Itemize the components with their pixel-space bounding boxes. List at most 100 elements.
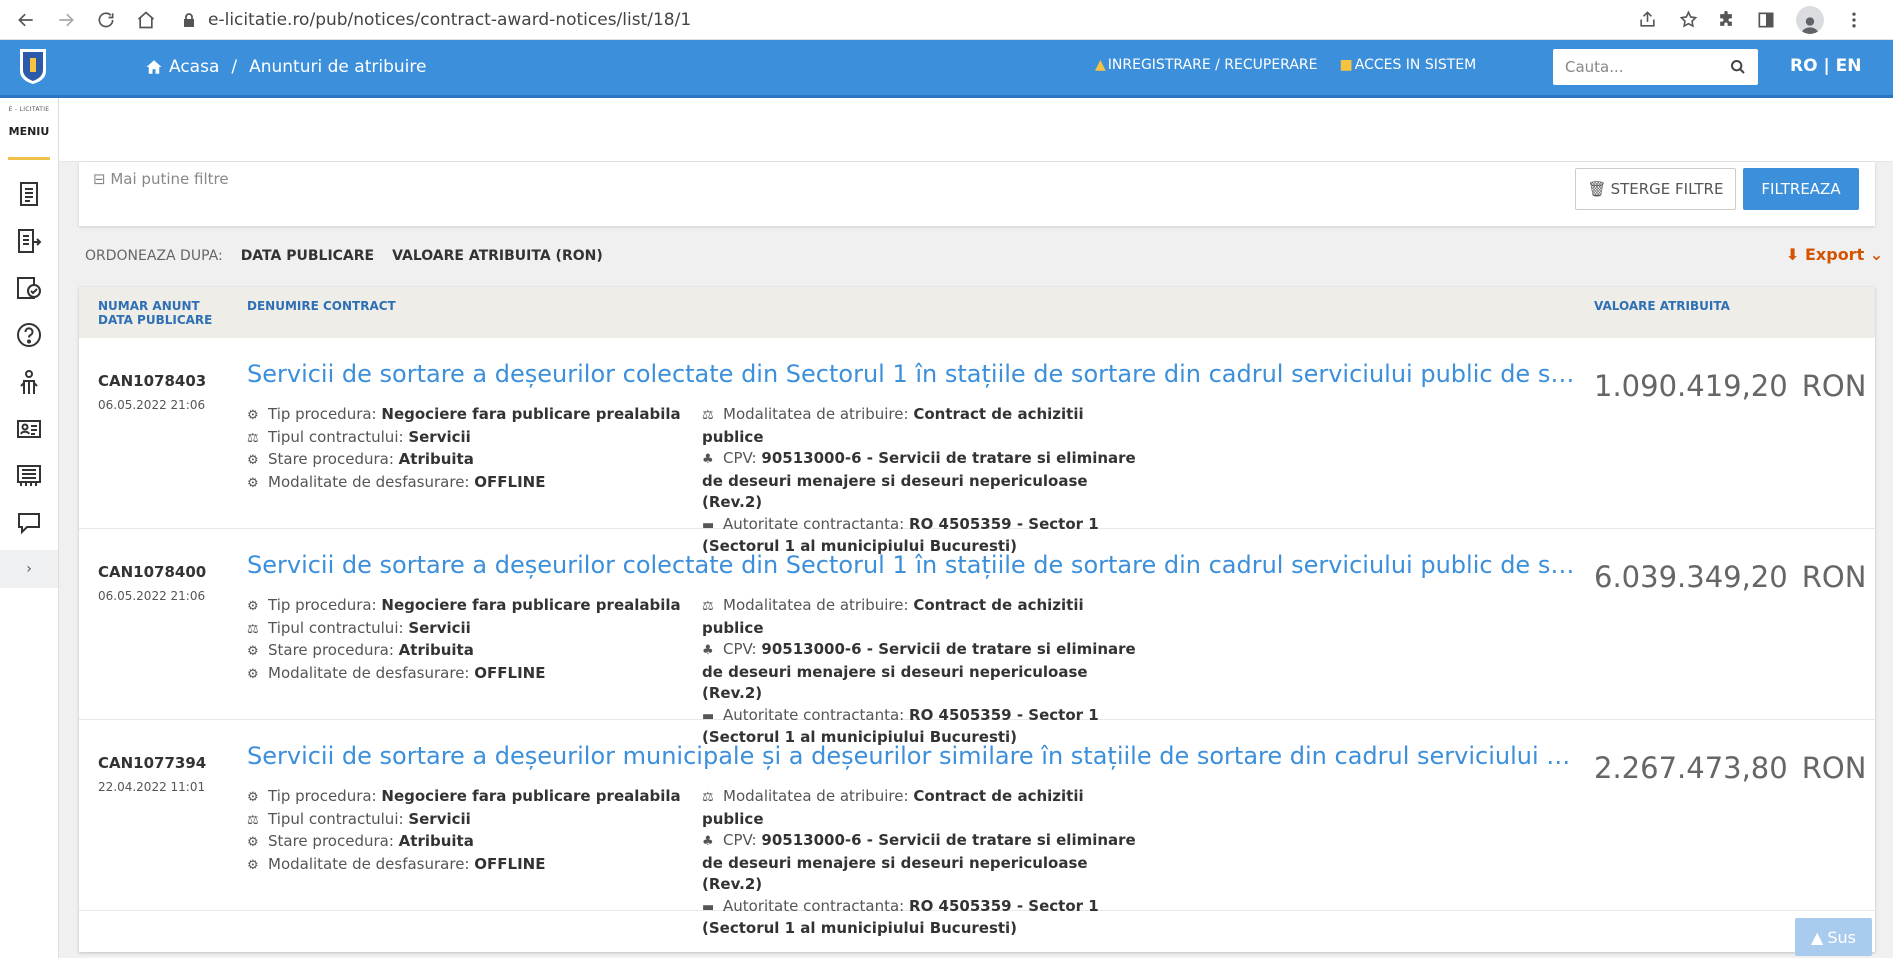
back-icon[interactable] (6, 0, 46, 40)
breadcrumb-home[interactable]: Acasa (169, 57, 219, 77)
sidebar-item-verified[interactable] (0, 264, 58, 311)
field-label: Modalitate de desfasurare: (268, 854, 470, 873)
home-icon[interactable] (145, 58, 163, 76)
cpv-code: 90513000-6 - Servicii de tratare si elim… (702, 831, 1136, 893)
login-link[interactable]: ■ ACCES IN SISTEM (1340, 57, 1477, 73)
sidebar-item-help[interactable] (0, 311, 58, 358)
field-label: Modalitatea de atribuire: (723, 596, 909, 614)
collapse-icon: ⊟ (93, 170, 106, 188)
app-header: Acasa / Anunturi de atribuire ▲ INREGISTR… (0, 40, 1893, 98)
publication-date: 22.04.2022 11:01 (98, 780, 206, 794)
cogs-icon: ⚙ (247, 644, 259, 659)
field-label: Tip procedura: (268, 405, 377, 423)
site-logo[interactable] (17, 46, 49, 86)
procedure-status: Atribuita (398, 832, 474, 850)
cogs-icon: ⚙ (247, 666, 259, 682)
contract-title-link[interactable]: Servicii de sortare a deșeurilor colecta… (247, 551, 1577, 579)
register-link[interactable]: ▲ INREGISTRARE / RECUPERARE (1095, 57, 1318, 73)
cogs-icon: ⚙ (247, 599, 259, 614)
user-icon: ▲ (1095, 57, 1106, 73)
sort-bar: ORDONEAZA DUPA: DATA PUBLICARE VALOARE A… (85, 248, 603, 264)
header-notice-number[interactable]: NUMAR ANUNT (98, 299, 212, 313)
register-label: INREGISTRARE / RECUPERARE (1107, 57, 1318, 73)
extensions-icon[interactable] (1716, 10, 1736, 30)
sidebar-item-library[interactable] (0, 452, 58, 499)
contract-type: Servicii (408, 427, 471, 446)
sort-by-date[interactable]: DATA PUBLICARE (241, 248, 374, 264)
notice-number[interactable]: CAN1078403 (98, 372, 206, 390)
cogs-icon: ⚙ (247, 857, 259, 873)
sidebar-menu-label[interactable]: MENIU (8, 125, 50, 138)
profile-icon[interactable] (1796, 5, 1824, 34)
execution-mode: OFFLINE (474, 472, 546, 491)
search-icon[interactable] (1730, 59, 1746, 75)
contract-title-link[interactable]: Servicii de sortare a deșeurilor municip… (247, 742, 1577, 770)
value-amount: 2.267.473,80 (1594, 751, 1788, 785)
filter-panel: ⊟ Mai putine filtre 🗑 STERGE FILTRE FILT… (79, 162, 1875, 226)
sidebar-item-person[interactable] (0, 358, 58, 405)
back-to-top-label: Sus (1827, 927, 1856, 947)
lock-icon (184, 12, 194, 27)
home-icon[interactable] (126, 0, 166, 40)
contract-type: Servicii (408, 809, 471, 828)
reload-icon[interactable] (86, 0, 126, 40)
clear-filters-label: STERGE FILTRE (1610, 180, 1724, 198)
apply-filter-button[interactable]: FILTREAZA (1743, 168, 1859, 210)
chat-icon (18, 512, 40, 534)
value-currency: RON (1801, 560, 1867, 594)
field-label: Tipul contractului: (268, 618, 404, 637)
results-table: NUMAR ANUNT DATA PUBLICARE DENUMIRE CONTR… (79, 287, 1875, 952)
notice-number[interactable]: CAN1078400 (98, 563, 206, 581)
address-bar[interactable]: e-licitatie.ro/pub/notices/contract-awar… (182, 4, 1702, 36)
contract-title-link[interactable]: Servicii de sortare a deșeurilor colecta… (247, 360, 1577, 388)
less-filters-toggle[interactable]: ⊟ Mai putine filtre (93, 170, 229, 188)
breadcrumb: Acasa / Anunturi de atribuire (145, 57, 426, 77)
header-publication-date[interactable]: DATA PUBLICARE (98, 313, 212, 327)
awarded-value: 2.267.473,80 RON (1594, 751, 1866, 785)
sidepanel-icon[interactable] (1756, 10, 1776, 30)
sidebar-item-lists[interactable] (0, 217, 58, 264)
export-button[interactable]: ⬇ Export ⌄ (1786, 245, 1883, 264)
url-text: e-licitatie.ro/pub/notices/contract-awar… (208, 9, 692, 30)
field-label: Modalitate de desfasurare: (268, 472, 470, 491)
notice-number[interactable]: CAN1077394 (98, 754, 206, 772)
sort-label: ORDONEAZA DUPA: (85, 248, 223, 264)
header-contract-name[interactable]: DENUMIRE CONTRACT (247, 299, 396, 313)
less-filters-label: Mai putine filtre (110, 170, 229, 188)
sidebar-item-id[interactable] (0, 405, 58, 452)
sidebar: E - LICITATIE MENIU › (0, 98, 59, 958)
menu-icon[interactable] (1844, 10, 1864, 30)
field-label: Stare procedura: (268, 641, 394, 659)
sidebar-item-notices[interactable] (0, 170, 58, 217)
list-export-icon (18, 228, 42, 253)
procedure-status: Atribuita (398, 641, 474, 659)
clear-filters-button[interactable]: 🗑 STERGE FILTRE (1575, 168, 1736, 210)
balance-icon: ⚖ (702, 599, 714, 614)
balance-icon: ⚖ (247, 430, 259, 446)
star-icon[interactable] (1679, 10, 1698, 29)
search-input[interactable]: Cauta... (1553, 49, 1758, 85)
table-row: CAN1077394 22.04.2022 11:01 Servicii de … (79, 720, 1875, 937)
login-label: ACCES IN SISTEM (1354, 57, 1477, 73)
help-icon (17, 322, 41, 347)
table-row: CAN1078400 06.05.2022 21:06 Servicii de … (79, 529, 1875, 746)
header-awarded-value[interactable]: VALOARE ATRIBUITA (1594, 299, 1730, 313)
field-label: Modalitatea de atribuire: (723, 405, 909, 423)
awarded-value: 1.090.419,20 RON (1594, 369, 1866, 403)
chevron-down-icon: ⌄ (1869, 245, 1884, 264)
contract-type: Servicii (408, 618, 471, 637)
share-icon[interactable] (1638, 10, 1657, 29)
field-label: Stare procedura: (268, 450, 394, 468)
field-label: Tip procedura: (268, 596, 377, 614)
cogs-icon: ⚙ (247, 408, 259, 423)
sort-by-value[interactable]: VALOARE ATRIBUITA (RON) (392, 248, 603, 264)
forward-icon[interactable] (46, 0, 86, 40)
sidebar-item-chat[interactable] (0, 499, 58, 546)
publication-date: 06.05.2022 21:06 (98, 589, 206, 603)
cpv-code: 90513000-6 - Servicii de tratare si elim… (702, 640, 1136, 702)
field-label: Modalitate de desfasurare: (268, 663, 470, 682)
sidebar-expand-button[interactable]: › (0, 550, 58, 588)
search-placeholder: Cauta... (1565, 58, 1624, 76)
back-to-top-button[interactable]: ▲ Sus (1795, 918, 1872, 956)
language-switch[interactable]: RO | EN (1790, 56, 1861, 76)
